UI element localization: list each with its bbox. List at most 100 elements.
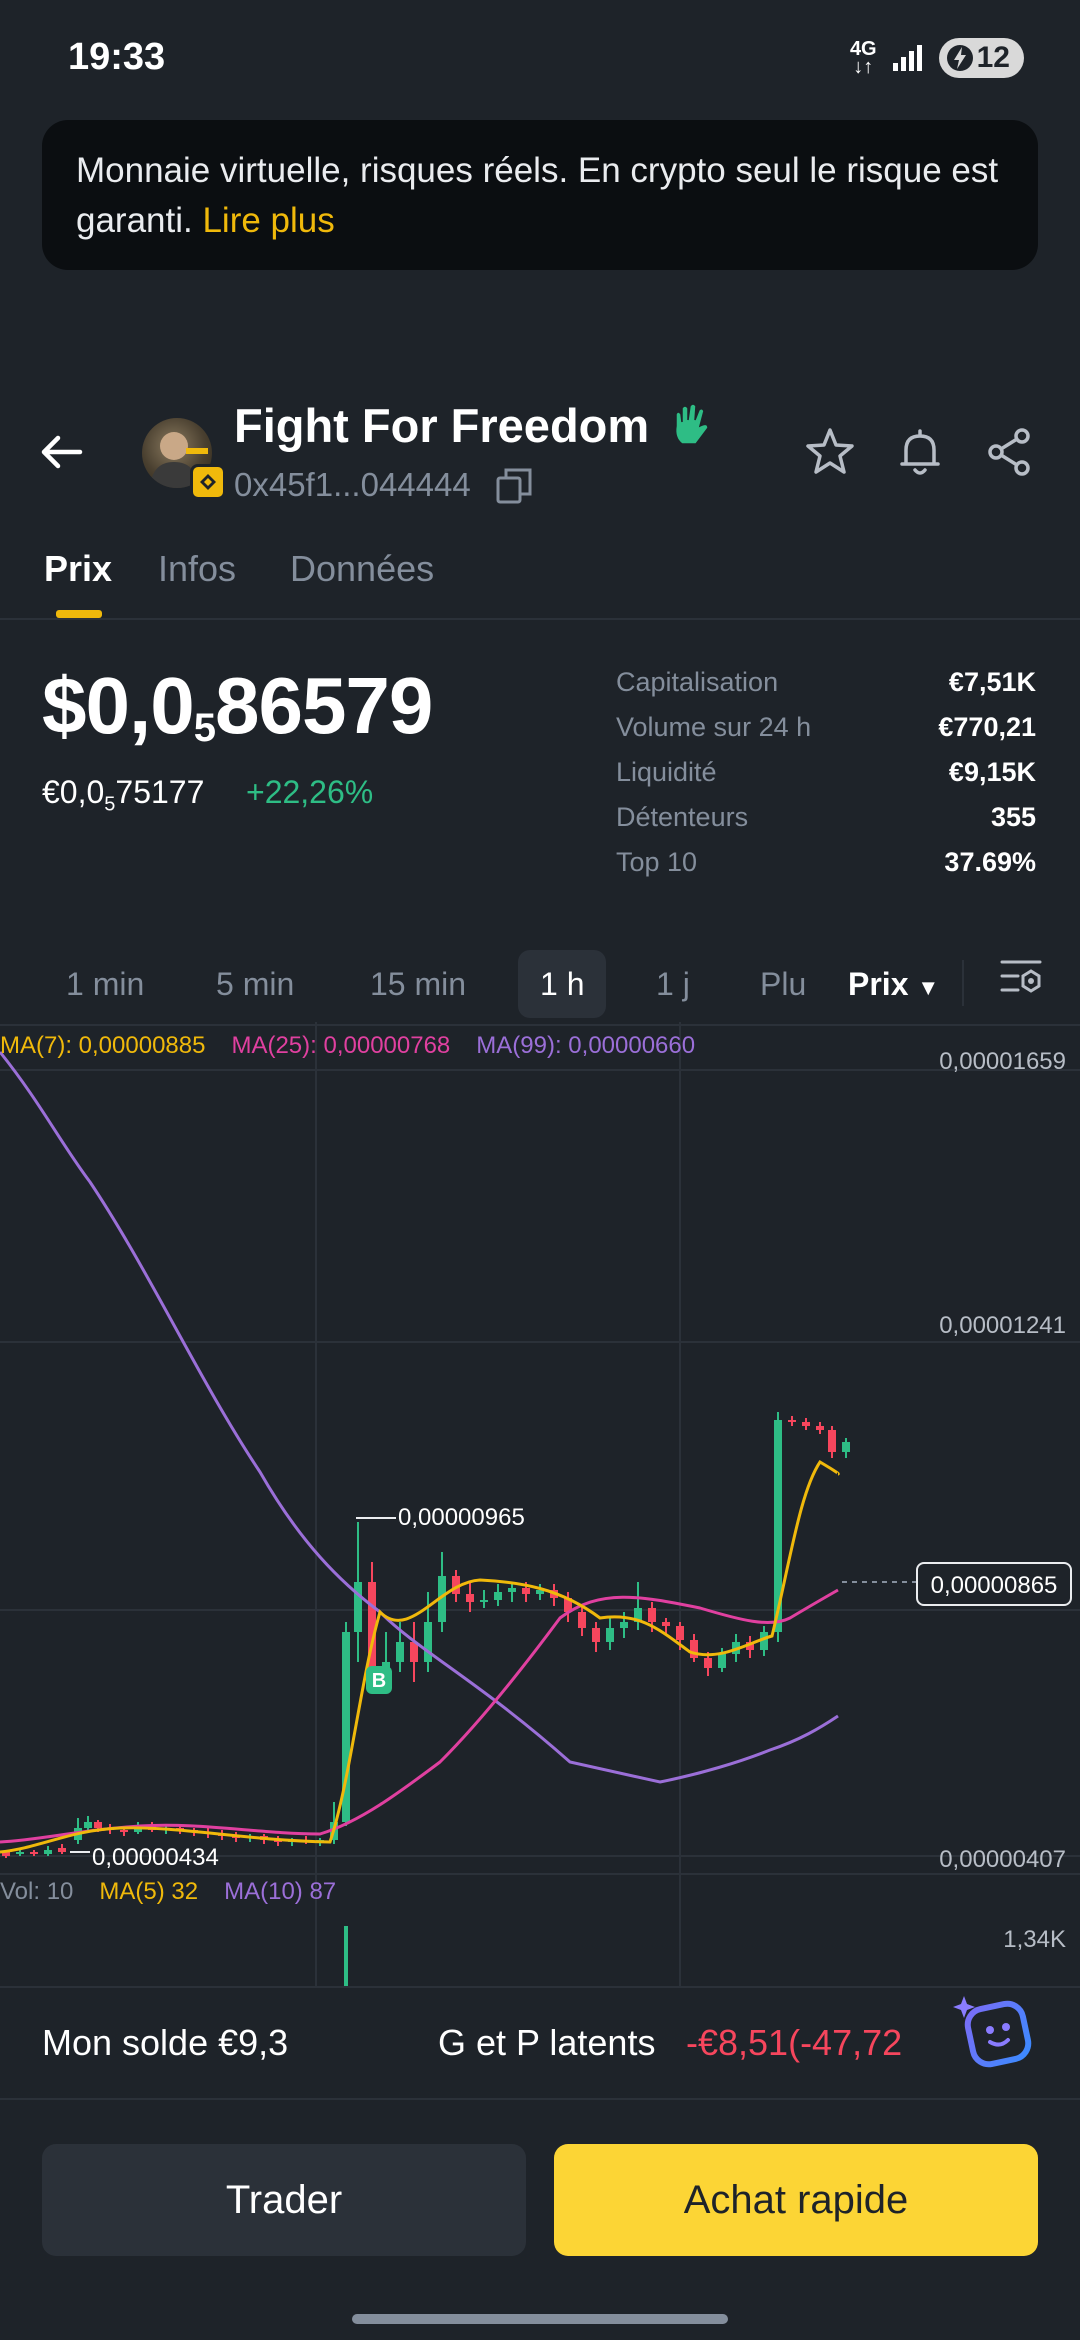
- candle-body: [94, 1822, 102, 1828]
- volume-label: Vol: 10: [0, 1878, 74, 1905]
- stat-value: 37.69%: [944, 847, 1036, 877]
- status-time: 19:33: [68, 36, 166, 78]
- stat-row: Volume sur 24 h €770,21: [616, 705, 1036, 750]
- candle-body: [676, 1626, 684, 1640]
- share-icon[interactable]: [982, 424, 1038, 480]
- chart-bottom-divider: [0, 1986, 1080, 1988]
- battery-level: 12: [976, 41, 1010, 74]
- timeframe-1min[interactable]: 1 min: [66, 950, 144, 1018]
- ma-legend: MA(7): 0,00000885 MA(25): 0,00000768 MA(99…: [0, 1032, 721, 1060]
- ma25-line: [0, 1588, 839, 1844]
- y-axis-label: 0,00001241: [939, 1312, 1066, 1339]
- ma7-label: MA(7): 0,00000885: [0, 1032, 206, 1059]
- stat-label: Liquidité: [616, 757, 717, 787]
- candle-body: [578, 1612, 586, 1628]
- hand-emoji-icon: [674, 403, 709, 445]
- candle-body: [690, 1640, 698, 1658]
- unrealized-pnl-label: G et P latents: [438, 2022, 656, 2063]
- active-tab-indicator: [56, 610, 102, 618]
- bnb-chain-icon: [190, 464, 226, 500]
- timeframe-1h[interactable]: 1 h: [518, 950, 607, 1018]
- candle-body: [354, 1582, 362, 1632]
- quick-buy-button[interactable]: Achat rapide: [554, 2144, 1038, 2256]
- candle-body: [84, 1822, 92, 1828]
- data-arrows-icon: ↓↑: [853, 56, 874, 78]
- candle-body: [606, 1628, 614, 1642]
- candle-body: [44, 1850, 52, 1854]
- timeframe-separator: [962, 960, 964, 1006]
- buy-marker-letter: B: [372, 1670, 386, 1692]
- chart-type-select[interactable]: Prix ▼: [848, 950, 939, 1018]
- ma99-line: [0, 1051, 839, 1784]
- chart-settings-icon[interactable]: [998, 954, 1044, 1000]
- risk-banner: Monnaie virtuelle, risques réels. En cry…: [42, 120, 1038, 270]
- timeframe-more[interactable]: Plu: [760, 950, 808, 1018]
- vol-ma5-label: MA(5) 32: [99, 1878, 199, 1905]
- caret-down-icon: ▼: [917, 975, 940, 1000]
- candle-body: [718, 1654, 726, 1668]
- timeframe-15min[interactable]: 15 min: [370, 950, 466, 1018]
- candle-body: [30, 1852, 38, 1854]
- candle-body: [828, 1430, 836, 1452]
- back-arrow-icon[interactable]: [36, 426, 88, 478]
- candle-body: [522, 1588, 530, 1594]
- candle-body: [842, 1442, 850, 1452]
- copy-icon[interactable]: [494, 466, 534, 506]
- status-indicators: 4G ↓↑ 12: [850, 38, 1024, 78]
- tab-infos[interactable]: Infos: [158, 548, 236, 590]
- candle-body: [120, 1830, 128, 1832]
- bottom-divider: [0, 2098, 1080, 2100]
- volume-legend: Vol: 10 MA(5) 32 MA(10) 87: [0, 1878, 362, 1906]
- price-change: +22,26%: [246, 774, 374, 810]
- candle-body: [396, 1642, 404, 1662]
- charging-icon: [946, 45, 973, 71]
- token-price-usd: $0,0586579: [42, 661, 433, 750]
- high-price-label: 0,00000965: [398, 1504, 525, 1531]
- candle-body: [816, 1426, 824, 1430]
- unrealized-pnl-value: -€8,51(-47,72: [686, 2022, 903, 2063]
- y-axis-label: 0,00001659: [939, 1048, 1066, 1075]
- stat-value: €9,15K: [948, 757, 1036, 787]
- home-indicator[interactable]: [352, 2314, 728, 2324]
- candle-body: [508, 1588, 516, 1592]
- current-price-tag[interactable]: 0,00000865: [916, 1562, 1072, 1606]
- stat-row: Détenteurs 355: [616, 795, 1036, 840]
- candle-body: [788, 1420, 796, 1422]
- ai-assistant-icon[interactable]: [950, 1984, 1042, 2076]
- candle-body: [802, 1422, 810, 1426]
- star-icon[interactable]: [802, 424, 858, 480]
- candle-body: [424, 1622, 432, 1662]
- stat-value: 355: [990, 802, 1036, 832]
- timeframe-5min[interactable]: 5 min: [216, 950, 294, 1018]
- token-address: 0x45f1...044444: [234, 466, 471, 503]
- timeframe-1j[interactable]: 1 j: [656, 950, 690, 1018]
- stat-label: Top 10: [616, 847, 698, 877]
- token-price-eur: €0,0575177: [42, 774, 205, 816]
- battery-indicator: 12: [938, 38, 1024, 78]
- chart-type-label: Prix: [848, 966, 909, 1002]
- banner-read-more-link[interactable]: Lire plus: [202, 201, 334, 240]
- signal-icon: [892, 45, 922, 71]
- token-name: Fight For Freedom: [234, 399, 650, 452]
- ma25-label: MA(25): 0,00000768: [231, 1032, 451, 1059]
- trade-button[interactable]: Trader: [42, 2144, 526, 2256]
- low-price-label: 0,00000434: [92, 1844, 219, 1871]
- stat-label: Détenteurs: [616, 802, 749, 832]
- y-axis-label: 0,00000407: [939, 1846, 1066, 1873]
- candle-body: [480, 1600, 488, 1602]
- stat-label: Capitalisation: [616, 667, 779, 697]
- bell-icon[interactable]: [892, 424, 948, 480]
- my-balance: Mon solde €9,3: [42, 2022, 289, 2063]
- vol-ma10-label: MA(10) 87: [224, 1878, 337, 1905]
- candle-body: [466, 1594, 474, 1602]
- candle-body: [648, 1608, 656, 1622]
- candle-body: [16, 1852, 24, 1854]
- stat-row: Top 10 37.69%: [616, 840, 1036, 885]
- candle-body: [620, 1622, 628, 1628]
- tab-donnees[interactable]: Données: [290, 548, 434, 590]
- tabs-divider: [0, 618, 1080, 620]
- tab-prix[interactable]: Prix: [44, 548, 112, 590]
- candle-body: [662, 1622, 670, 1626]
- stat-label: Volume sur 24 h: [616, 712, 812, 742]
- candle-body: [704, 1658, 712, 1668]
